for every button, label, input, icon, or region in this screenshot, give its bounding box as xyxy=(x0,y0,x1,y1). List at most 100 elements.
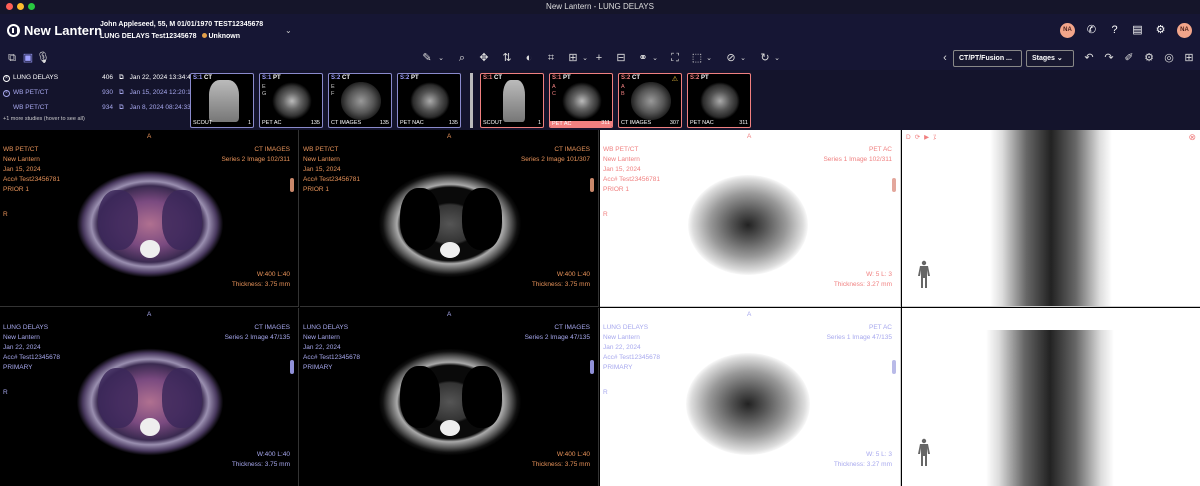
grid-layout-icon[interactable]: ⊞ xyxy=(566,51,580,66)
target-icon[interactable]: ◎ xyxy=(1162,51,1176,66)
layout-icon[interactable]: ⧉ xyxy=(6,51,18,66)
sync-dropdown-icon[interactable]: ⌄ xyxy=(739,51,747,66)
scroll-icon[interactable]: ⇅ xyxy=(500,51,514,66)
series-id: S:2 xyxy=(621,75,631,81)
orient-a: A xyxy=(147,311,152,318)
slice-thickness: Thickness: 3.75 mm xyxy=(231,281,290,288)
microphone-icon[interactable]: 🎙 xyxy=(36,51,50,66)
copy-icon[interactable]: ⧉ xyxy=(119,72,124,84)
thumbnail[interactable]: S:1 PT E G PET AC 135 xyxy=(259,73,323,128)
redo-icon[interactable]: ↷ xyxy=(1102,51,1116,66)
study-row[interactable]: × WB PET/CT 930 ⧉ Jan 15, 2024 12:20:19 xyxy=(3,87,194,99)
thumbnail[interactable]: S:2 PT PET NAC 311 xyxy=(687,73,751,128)
viewport-mip-primary[interactable] xyxy=(902,308,1200,486)
thumbnail[interactable]: S:1 CT SCOUT 1 xyxy=(480,73,544,128)
annotation-icon[interactable]: ✐ xyxy=(1122,51,1136,66)
roi-dropdown-icon[interactable]: ⌄ xyxy=(705,51,713,66)
viewport-ct-prior[interactable]: A WB PET/CT New Lantern Jan 15, 2024 Acc… xyxy=(300,130,599,307)
viewport-pet-primary[interactable]: A R LUNG DELAYS New Lantern Jan 22, 2024… xyxy=(600,308,901,486)
monitor-icon[interactable]: ▣ xyxy=(22,51,34,66)
thumbnail[interactable]: S:2 PT PET NAC 135 xyxy=(397,73,461,128)
sync-icon[interactable]: ⊘ xyxy=(724,51,738,66)
help-icon[interactable]: ? xyxy=(1108,24,1121,37)
image-index: Series 2 Image 101/307 xyxy=(520,156,590,163)
close-study-icon[interactable]: × xyxy=(3,89,10,97)
window-level: W: 5 L: 3 xyxy=(866,271,892,278)
viewport-pet-prior[interactable]: A R WB PET/CT New Lantern Jan 15, 2024 A… xyxy=(600,130,901,307)
gear-icon[interactable]: ⚙ xyxy=(1142,51,1156,66)
close-study-icon[interactable]: × xyxy=(3,74,10,82)
image-count: 930 xyxy=(102,89,113,96)
overlay-top-left: LUNG DELAYS New Lantern Jan 22, 2024 Acc… xyxy=(3,323,60,373)
scrollbar-handle[interactable] xyxy=(892,360,896,374)
study-row[interactable]: × LUNG DELAYS 406 ⧉ Jan 22, 2024 13:34:4… xyxy=(3,72,194,84)
series-desc: CT IMAGES xyxy=(331,120,362,126)
grid-dropdown-icon[interactable]: ⌄ xyxy=(581,51,589,66)
split-icon[interactable]: ⊟ xyxy=(614,51,628,66)
protocol-button[interactable]: CT/PT/Fusion ... xyxy=(953,50,1022,67)
institution: New Lantern xyxy=(3,334,40,341)
speed-icon[interactable]: ⁒ xyxy=(933,133,936,143)
patient-info[interactable]: John Appleseed, 55, M 01/01/1970 TEST123… xyxy=(100,19,263,43)
copy-icon[interactable]: ⧉ xyxy=(119,87,124,99)
accession: Acc# Test12345678 xyxy=(603,354,660,361)
pet-image xyxy=(700,82,740,120)
viewport-mip-prior[interactable]: D ⟳ ▶ ⁒ ⊗ xyxy=(902,130,1200,307)
scrollbar-handle[interactable] xyxy=(290,360,294,374)
thumbnail[interactable]: S:2 CT E F CT IMAGES 135 xyxy=(328,73,392,128)
brand-logo[interactable]: New Lantern xyxy=(7,23,102,38)
overlay-bottom-right: W:400 L:40 Thickness: 3.75 mm xyxy=(232,270,290,290)
scrollbar-handle[interactable] xyxy=(590,178,594,192)
close-icon[interactable]: ⊗ xyxy=(1188,132,1196,142)
overlay-top-left: WB PET/CT New Lantern Jan 15, 2024 Acc# … xyxy=(303,145,360,195)
viewport-fusion-primary[interactable]: A R LUNG DELAYS New Lantern Jan 22, 2024… xyxy=(0,308,299,486)
user-avatar[interactable]: NA xyxy=(1177,23,1192,38)
copy-icon[interactable]: ⧉ xyxy=(119,102,124,114)
thumbnail-selected[interactable]: S:1 PT A C PET AC 311 xyxy=(549,73,613,128)
overlay-top-right: PET AC Series 1 Image 102/311 xyxy=(823,145,892,165)
patient-dropdown-chevron-icon[interactable]: ⌄ xyxy=(285,26,292,35)
viewport-ct-primary[interactable]: A LUNG DELAYS New Lantern Jan 22, 2024 A… xyxy=(300,308,599,486)
camera-icon[interactable]: ⌗ xyxy=(544,51,558,66)
play-icon[interactable]: ▶ xyxy=(924,133,929,143)
measure-pen-icon[interactable]: ✎ xyxy=(420,51,434,66)
fullscreen-icon[interactable]: ⛶ xyxy=(668,51,682,66)
maximize-window-button[interactable] xyxy=(28,3,35,10)
avatar[interactable]: NA xyxy=(1060,23,1075,38)
pan-icon[interactable]: ✥ xyxy=(477,51,491,66)
study-row[interactable]: WB PET/CT 934 ⧉ Jan 8, 2024 08:24:33 xyxy=(3,102,191,114)
orient-r: R xyxy=(603,211,608,218)
accession: Acc# Test12345678 xyxy=(303,354,360,361)
scrollbar-handle[interactable] xyxy=(590,360,594,374)
undo-icon[interactable]: ↶ xyxy=(1082,51,1096,66)
window-level-icon[interactable]: ◐ xyxy=(522,51,536,66)
reset-dropdown-icon[interactable]: ⌄ xyxy=(773,51,781,66)
thumbnail[interactable]: S:2 CT ⚠ A B CT IMAGES 307 xyxy=(618,73,682,128)
grid-icon[interactable]: ⊞ xyxy=(1182,51,1196,66)
more-studies-link[interactable]: +1 more studies (hover to see all) xyxy=(3,116,85,122)
chevron-left-icon[interactable]: ‹ xyxy=(940,51,950,66)
scrollbar-handle[interactable] xyxy=(892,178,896,192)
settings-icon[interactable]: ⚙ xyxy=(1154,24,1167,37)
minimize-window-button[interactable] xyxy=(17,3,24,10)
document-icon[interactable]: ▤ xyxy=(1131,24,1144,37)
crosshair-icon[interactable]: + xyxy=(592,51,606,66)
study-name: LUNG DELAYS xyxy=(303,324,349,331)
phone-icon[interactable]: ✆ xyxy=(1085,24,1098,37)
measure-dropdown-icon[interactable]: ⌄ xyxy=(437,51,445,66)
viewport-fusion-prior[interactable]: A R WB PET/CT New Lantern Jan 15, 2024 A… xyxy=(0,130,299,307)
thumbnail[interactable]: S:1 CT SCOUT 1 xyxy=(190,73,254,128)
roi-icon[interactable]: ⬚ xyxy=(690,51,704,66)
prior-label: PRIMARY xyxy=(303,364,333,371)
rotate-icon[interactable]: ⟳ xyxy=(915,133,920,143)
link-icon[interactable]: ⚭ xyxy=(636,51,650,66)
stages-button[interactable]: Stages ⌄ xyxy=(1026,50,1074,67)
reset-icon[interactable]: ↻ xyxy=(758,51,772,66)
zoom-icon[interactable]: ⌕ xyxy=(455,51,469,66)
orient-r: R xyxy=(603,389,608,396)
series-desc: PET AC xyxy=(262,120,282,126)
scrollbar-handle[interactable] xyxy=(290,178,294,192)
modality: PT xyxy=(701,75,709,81)
close-window-button[interactable] xyxy=(6,3,13,10)
link-dropdown-icon[interactable]: ⌄ xyxy=(651,51,659,66)
